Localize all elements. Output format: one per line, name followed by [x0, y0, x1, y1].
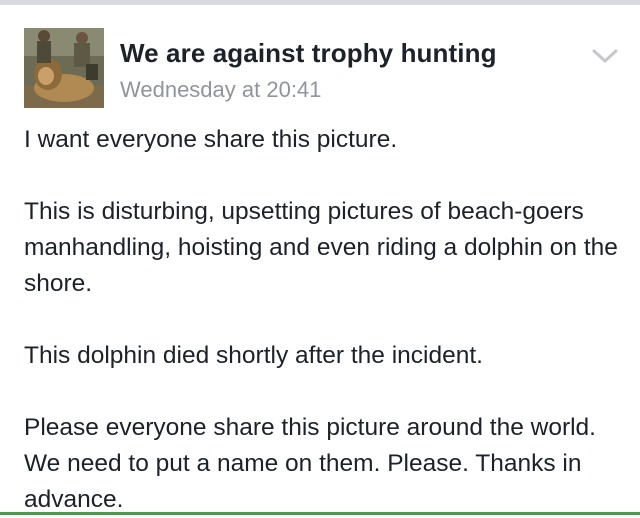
post-timestamp[interactable]: Wednesday at 20:41 [120, 77, 321, 103]
page-name-link[interactable]: We are against trophy hunting [120, 38, 497, 69]
post-paragraph: I want everyone share this picture. [24, 126, 398, 153]
post-paragraph: This dolphin died shortly after the inci… [24, 342, 483, 369]
avatar[interactable] [24, 28, 104, 108]
post-paragraph: This is disturbing, upsetting pictures o… [24, 198, 618, 297]
post-paragraph: Please everyone share this picture aroun… [24, 414, 596, 513]
avatar-photo-icon [24, 28, 104, 108]
post-body: I want everyone share this picture. This… [24, 122, 620, 518]
chevron-down-icon [592, 49, 618, 63]
post-menu-button[interactable] [590, 45, 620, 67]
post-header: We are against trophy hunting Wednesday … [0, 5, 640, 115]
